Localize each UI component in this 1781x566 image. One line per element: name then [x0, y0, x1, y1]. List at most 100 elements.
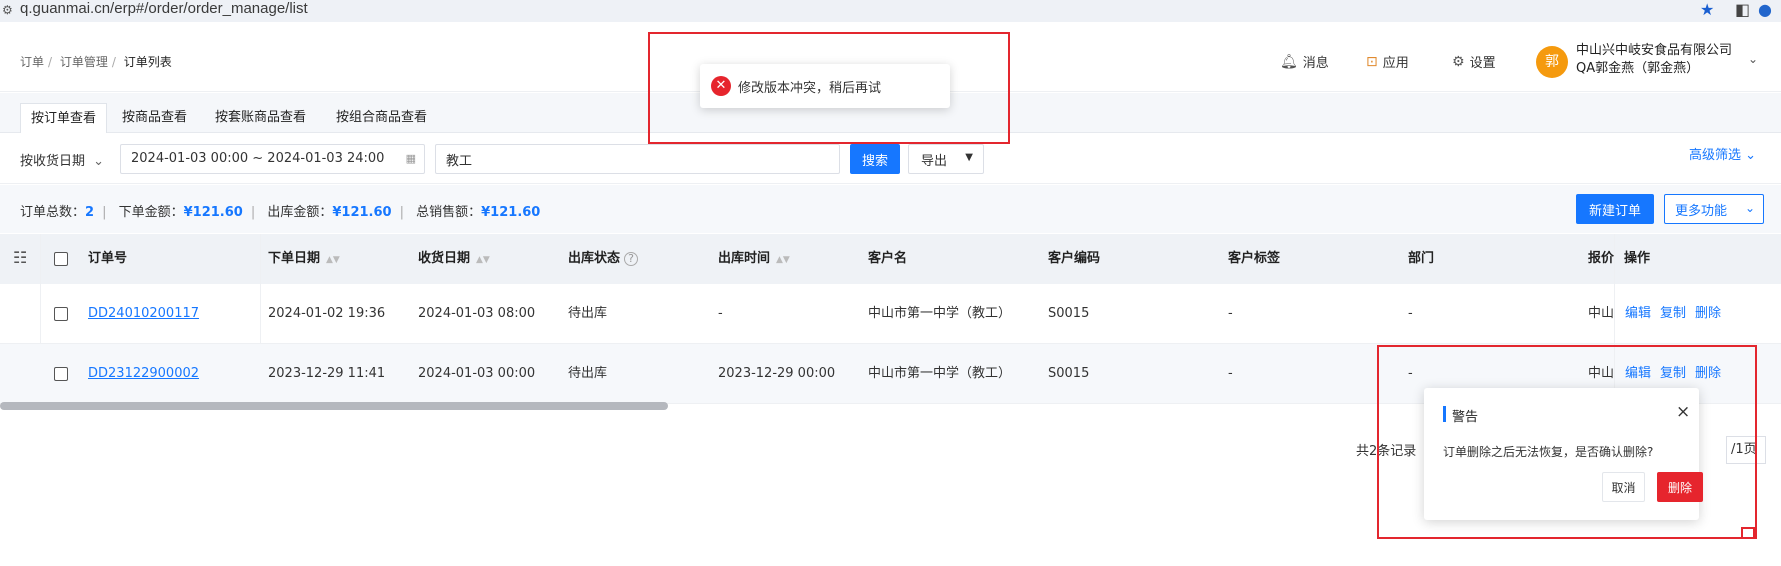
- sales-amount-label: 总销售额：: [416, 205, 482, 220]
- export-button[interactable]: 导出 ▼: [908, 144, 984, 174]
- delete-link[interactable]: 删除: [1695, 306, 1721, 321]
- order-table: ☷ 订单号 下单日期 ▲▼ 收货日期 ▲▼ 出库状态? 出库时间 ▲▼ 客户名 客户编…: [0, 234, 1781, 414]
- avatar[interactable]: 郭: [1536, 46, 1568, 78]
- customer-name: 中山市第一中学（教工）: [868, 366, 1012, 381]
- copy-link[interactable]: 复制: [1660, 366, 1686, 381]
- customer-code: S0015: [1048, 306, 1090, 321]
- breadcrumb: 订单 / 订单管理 / 订单列表: [20, 55, 172, 69]
- search-button[interactable]: 搜索: [850, 144, 900, 174]
- help-icon[interactable]: ?: [624, 252, 639, 266]
- copy-link[interactable]: 复制: [1660, 306, 1686, 321]
- new-order-button[interactable]: 新建订单: [1576, 194, 1654, 224]
- advanced-filter-link[interactable]: 高级筛选 ⌄: [1689, 144, 1756, 163]
- date-type-select[interactable]: 按收货日期 ⌄: [20, 150, 104, 169]
- more-functions-label: 更多功能: [1675, 203, 1728, 219]
- order-date: 2024-01-02 19:36: [268, 306, 386, 321]
- table-header: ☷ 订单号 下单日期 ▲▼ 收货日期 ▲▼ 出库状态? 出库时间 ▲▼ 客户名 客户编…: [0, 234, 1781, 284]
- horizontal-scrollbar[interactable]: [0, 402, 668, 410]
- caret-down-icon: ▼: [965, 152, 973, 163]
- tab-by-account-product[interactable]: 按套账商品查看: [205, 103, 316, 133]
- menu-icon[interactable]: ⋮: [1775, 0, 1781, 19]
- outbound-amount-label: 出库金额：: [267, 205, 333, 220]
- sort-icon[interactable]: ▲▼: [476, 255, 490, 265]
- col-out-time-label: 出库时间: [718, 251, 771, 266]
- company-name: 中山兴中岐安食品有限公司: [1576, 43, 1733, 58]
- popover-body: 订单删除之后无法恢复，是否确认删除?: [1443, 445, 1654, 459]
- chevron-down-icon: ⌄: [1745, 148, 1757, 163]
- title-marker: [1443, 406, 1446, 422]
- popover-title: 警告: [1452, 410, 1479, 425]
- col-order-no: 订单号: [88, 251, 128, 266]
- site-info-icon[interactable]: ⚙: [2, 3, 13, 17]
- col-order-date[interactable]: 下单日期 ▲▼: [268, 234, 340, 284]
- sidebar-icon[interactable]: ◧: [1735, 0, 1750, 19]
- calendar-icon: ▦: [405, 152, 416, 165]
- delete-confirm-popover: 警告 × 订单删除之后无法恢复，是否确认删除? 取消 删除: [1424, 388, 1703, 520]
- col-quote: 报价: [1588, 251, 1615, 266]
- order-amount-value: ¥121.60: [183, 205, 243, 220]
- receive-date: 2024-01-03 00:00: [418, 366, 536, 381]
- chevron-down-icon: ⌄: [93, 154, 105, 169]
- delete-link[interactable]: 删除: [1695, 366, 1721, 381]
- settings-label: 设置: [1469, 56, 1496, 71]
- pager-page-count[interactable]: /1页: [1726, 436, 1766, 464]
- row-checkbox[interactable]: [54, 367, 68, 381]
- bell-icon: 🔔︎: [1280, 53, 1298, 70]
- highlight-box: [1741, 527, 1755, 539]
- pager-total: 共2条记录: [1356, 444, 1417, 459]
- col-receive-date[interactable]: 收货日期 ▲▼: [418, 234, 490, 284]
- col-department: 部门: [1408, 251, 1435, 266]
- col-customer-tag: 客户标签: [1228, 251, 1281, 266]
- user-info[interactable]: 中山兴中岐安食品有限公司 QA郭金燕（郭金燕）: [1576, 42, 1732, 78]
- close-icon[interactable]: ×: [1676, 402, 1690, 422]
- column-settings-icon[interactable]: ☷: [13, 248, 27, 267]
- col-out-status-label: 出库状态: [568, 251, 621, 266]
- breadcrumb-item[interactable]: 订单管理: [60, 55, 108, 69]
- chevron-down-icon[interactable]: ⌄: [1748, 52, 1758, 66]
- customer-tag: -: [1228, 306, 1233, 321]
- edit-link[interactable]: 编辑: [1625, 366, 1651, 381]
- col-customer-code: 客户编码: [1048, 251, 1101, 266]
- sort-icon[interactable]: ▲▼: [326, 255, 340, 265]
- breadcrumb-item[interactable]: 订单: [20, 55, 44, 69]
- profile-icon[interactable]: ●: [1758, 0, 1772, 19]
- tab-by-combo-product[interactable]: 按组合商品查看: [326, 103, 437, 133]
- message-button[interactable]: 🔔︎ 消息: [1280, 52, 1329, 72]
- url-text[interactable]: q.guanmai.cn/erp#/order/order_manage/lis…: [20, 0, 308, 17]
- col-receive-date-label: 收货日期: [418, 251, 471, 266]
- order-no-link[interactable]: DD24010200117: [88, 284, 199, 344]
- settings-button[interactable]: ⚙ 设置: [1452, 52, 1496, 72]
- confirm-delete-button[interactable]: 删除: [1657, 472, 1703, 502]
- edit-link[interactable]: 编辑: [1625, 306, 1651, 321]
- search-input[interactable]: [435, 144, 840, 174]
- order-date: 2023-12-29 11:41: [268, 366, 386, 381]
- col-out-time[interactable]: 出库时间 ▲▼: [718, 234, 790, 284]
- col-actions: 操作: [1624, 251, 1651, 266]
- out-time: 2023-12-29 00:00: [718, 366, 836, 381]
- date-range-picker[interactable]: 2024-01-03 00:00 ~ 2024-01-03 24:00 ▦: [120, 144, 425, 174]
- more-functions-button[interactable]: 更多功能 ⌄: [1664, 194, 1764, 224]
- col-out-status: 出库状态?: [568, 234, 639, 284]
- outbound-amount-value: ¥121.60: [332, 205, 392, 220]
- tab-by-order[interactable]: 按订单查看: [20, 103, 108, 133]
- export-label: 导出: [921, 153, 948, 169]
- cancel-button[interactable]: 取消: [1602, 472, 1645, 502]
- receive-date: 2024-01-03 08:00: [418, 306, 536, 321]
- table-row[interactable]: DD24010200117 2024-01-02 19:36 2024-01-0…: [0, 284, 1781, 344]
- tab-by-product[interactable]: 按商品查看: [112, 103, 197, 133]
- user-name: QA郭金燕（郭金燕）: [1576, 61, 1700, 76]
- out-status: 待出库: [568, 366, 608, 381]
- date-range-value: 2024-01-03 00:00 ~ 2024-01-03 24:00: [131, 151, 385, 166]
- message-label: 消息: [1302, 56, 1329, 71]
- sort-icon[interactable]: ▲▼: [776, 255, 790, 265]
- browser-url-bar: ⚙ q.guanmai.cn/erp#/order/order_manage/l…: [0, 0, 1781, 22]
- star-icon[interactable]: ★: [1700, 0, 1714, 19]
- toast-message: 修改版本冲突，稍后再试: [738, 81, 882, 96]
- order-no-link[interactable]: DD23122900002: [88, 344, 199, 404]
- row-checkbox[interactable]: [54, 307, 68, 321]
- col-customer: 客户名: [868, 251, 908, 266]
- select-all-checkbox[interactable]: [54, 252, 68, 266]
- apps-button[interactable]: ⊡ 应用: [1366, 52, 1409, 72]
- department: -: [1408, 306, 1413, 321]
- department: -: [1408, 366, 1413, 381]
